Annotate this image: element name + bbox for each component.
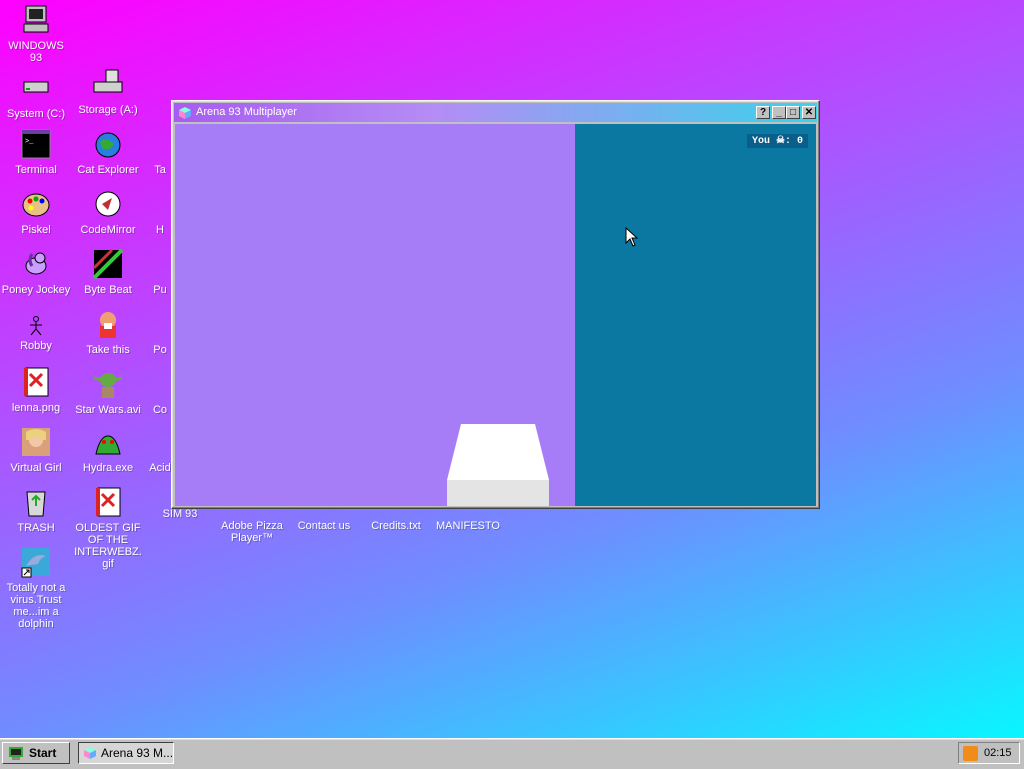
computer-icon bbox=[23, 5, 49, 33]
desktop-icon-byte-beat[interactable]: Byte Beat bbox=[73, 248, 143, 296]
start-logo-icon bbox=[9, 747, 23, 760]
dolphin-shortcut-icon bbox=[21, 548, 50, 578]
desktop-icon-sim93[interactable]: SIM 93 bbox=[145, 508, 215, 520]
desktop-icon-windows93[interactable]: WINDOWS 93 bbox=[1, 4, 71, 64]
taskbar-item-label: Arena 93 M... bbox=[101, 746, 174, 760]
rss-icon[interactable] bbox=[963, 746, 978, 761]
score-display: You ☠: 0 bbox=[747, 134, 808, 148]
desktop-icon-virtual-girl[interactable]: Virtual Girl bbox=[1, 426, 71, 474]
desktop-icon-hydra[interactable]: Hydra.exe bbox=[73, 426, 143, 474]
desktop-icon-label: Cat Explorer bbox=[77, 164, 139, 176]
desktop-icon-label: Credits.txt bbox=[371, 520, 421, 532]
yoda-icon bbox=[93, 373, 123, 398]
codemirror-icon bbox=[95, 191, 121, 217]
white-block-front bbox=[447, 480, 549, 506]
bytebeat-icon bbox=[92, 248, 124, 280]
desktop-icon-label: Storage (A:) bbox=[78, 104, 138, 116]
desktop-icon-label: MANIFESTO bbox=[436, 520, 500, 532]
desktop-icon-dolphin[interactable]: Totally not a virus.Trust me...im a dolp… bbox=[1, 546, 71, 630]
floppy-drive-icon bbox=[93, 69, 123, 93]
desktop-icon-lenna[interactable]: lenna.png bbox=[1, 366, 71, 414]
window-titlebar[interactable]: Arena 93 Multiplayer ? _ □ ✕ bbox=[174, 103, 817, 122]
arena-wall bbox=[575, 124, 816, 506]
desktop-icon-label: lenna.png bbox=[11, 402, 61, 414]
desktop-icon-label: Robby bbox=[20, 340, 52, 352]
globe-cat-icon bbox=[95, 132, 121, 158]
desktop-icon-label: Terminal bbox=[15, 164, 57, 176]
old-man-icon bbox=[100, 312, 116, 338]
mouse-cursor-icon bbox=[625, 227, 639, 247]
desktop-icon-label: Take this bbox=[86, 344, 130, 356]
desktop-icon-adobe-pizza[interactable]: Adobe Pizza Player™ bbox=[217, 520, 287, 544]
desktop-icon-label: WINDOWS 93 bbox=[8, 40, 64, 64]
desktop-icon-storage-a[interactable]: Storage (A:) bbox=[73, 68, 143, 116]
desktop-icon-label: Byte Beat bbox=[84, 284, 132, 296]
desktop-icon-label: CodeMirror bbox=[80, 224, 136, 236]
desktop-icon-label: Piskel bbox=[21, 224, 51, 236]
desktop-icon-label: Star Wars.avi bbox=[75, 404, 141, 416]
desktop-icon-label: Poney Jockey bbox=[1, 284, 71, 296]
desktop-icon-robby[interactable]: Robby bbox=[1, 316, 71, 352]
svg-text:>_: >_ bbox=[25, 138, 34, 146]
palette-icon bbox=[22, 193, 50, 217]
desktop-icon-oldest-gif[interactable]: OLDEST GIF OF THE INTERWEBZ.gif bbox=[73, 486, 143, 570]
desktop-icon-codemirror[interactable]: CodeMirror bbox=[73, 188, 143, 236]
cube-icon bbox=[84, 747, 96, 759]
desktop-icon-label: SIM 93 bbox=[162, 508, 198, 520]
help-button[interactable]: ? bbox=[756, 106, 770, 119]
desktop-icon-poney-jockey[interactable]: Poney Jockey bbox=[1, 248, 71, 296]
desktop-icon-terminal[interactable]: >_ Terminal bbox=[1, 128, 71, 176]
desktop-icon-contact-us[interactable]: Contact us bbox=[289, 520, 359, 532]
system-tray: 02:15 bbox=[958, 742, 1020, 764]
stick-figure-icon bbox=[30, 316, 42, 336]
taskbar: Start Arena 93 M... 02:15 bbox=[0, 738, 1024, 769]
white-block-top bbox=[447, 424, 549, 480]
desktop-icon-label: Virtual Girl bbox=[10, 462, 62, 474]
desktop-icon-label: System (C:) bbox=[6, 108, 66, 120]
desktop-icon-label: Totally not a virus.Trust me...im a dolp… bbox=[6, 582, 66, 630]
terminal-icon: >_ bbox=[21, 129, 51, 159]
clock: 02:15 bbox=[984, 747, 1012, 759]
taskbar-item-arena93[interactable]: Arena 93 M... bbox=[78, 742, 174, 764]
desktop-icon-label: Contact us bbox=[297, 520, 351, 532]
desktop-icon-label: TRASH bbox=[17, 522, 55, 534]
desktop-icon-star-wars[interactable]: Star Wars.avi bbox=[73, 368, 143, 416]
close-button[interactable]: ✕ bbox=[802, 106, 816, 119]
image-file-icon bbox=[24, 367, 49, 397]
gif-file-icon bbox=[96, 487, 121, 517]
hydra-icon bbox=[95, 435, 121, 455]
portrait-icon bbox=[22, 428, 50, 456]
desktop-icon-label: Hydra.exe bbox=[82, 462, 134, 474]
minimize-button[interactable]: _ bbox=[772, 106, 786, 119]
desktop-icon-cat-explorer[interactable]: Cat Explorer bbox=[73, 128, 143, 176]
recycle-bin-icon bbox=[26, 491, 46, 517]
desktop-icon-take-this[interactable]: Take this bbox=[73, 308, 143, 356]
desktop-icon-manifesto[interactable]: MANIFESTO bbox=[433, 520, 503, 532]
desktop-icon-trash[interactable]: TRASH bbox=[1, 486, 71, 534]
pony-icon bbox=[25, 252, 47, 275]
window-title: Arena 93 Multiplayer bbox=[196, 106, 297, 118]
desktop-icon-credits[interactable]: Credits.txt bbox=[361, 520, 431, 532]
desktop-icon-piskel[interactable]: Piskel bbox=[1, 188, 71, 236]
desktop-icon-label: Adobe Pizza Player™ bbox=[221, 520, 283, 544]
start-button[interactable]: Start bbox=[2, 742, 70, 764]
game-viewport[interactable]: You ☠: 0 bbox=[175, 124, 816, 506]
maximize-button[interactable]: □ bbox=[786, 106, 800, 119]
desktop-icon-system-c[interactable]: System (C:) bbox=[1, 72, 71, 120]
start-label: Start bbox=[29, 746, 57, 760]
arena93-window[interactable]: Arena 93 Multiplayer ? _ □ ✕ You ☠: 0 bbox=[171, 100, 820, 509]
hard-drive-icon bbox=[23, 81, 49, 93]
cube-icon bbox=[179, 107, 191, 119]
desktop-icon-label: OLDEST GIF OF THE INTERWEBZ.gif bbox=[74, 522, 142, 570]
